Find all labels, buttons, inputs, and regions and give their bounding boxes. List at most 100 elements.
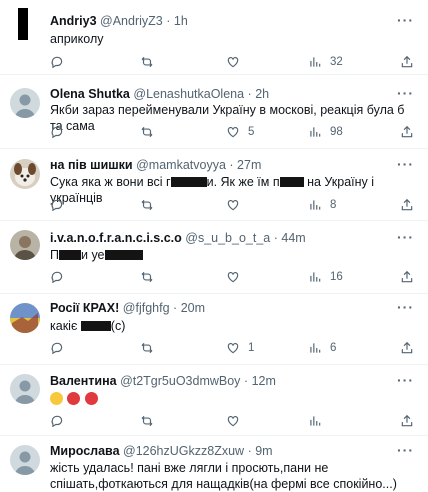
tweet-1[interactable]: Andriy3 @AndriyZ3 · 1h ··· априколу 32: [0, 0, 428, 75]
action-bar: 5 98: [50, 124, 414, 140]
author-name[interactable]: Мирослава: [50, 444, 120, 458]
views-button[interactable]: 16: [308, 269, 343, 285]
retweet-button[interactable]: [140, 340, 154, 356]
retweet-icon: [140, 198, 154, 212]
author-handle[interactable]: @LenashutkaOlena: [133, 87, 244, 101]
author-name[interactable]: Валентина: [50, 374, 117, 388]
author-name[interactable]: на пів шишки: [50, 158, 133, 172]
retweet-button[interactable]: [140, 54, 154, 70]
views-button[interactable]: [308, 413, 322, 429]
angry-face-emoji: [84, 392, 98, 405]
more-options-icon[interactable]: ···: [397, 299, 414, 315]
avatar[interactable]: [10, 445, 40, 475]
like-button[interactable]: [226, 269, 240, 285]
like-button[interactable]: [226, 197, 240, 213]
heart-icon: [226, 270, 240, 284]
separator: ·: [247, 444, 252, 458]
views-icon: [308, 198, 322, 212]
author-handle[interactable]: @s_u_b_o_t_a: [185, 231, 270, 245]
author-handle[interactable]: @AndriyZ3: [100, 14, 163, 28]
avatar[interactable]: [10, 88, 40, 118]
reply-button[interactable]: [50, 124, 64, 140]
heart-icon: [226, 55, 240, 69]
author-name[interactable]: Росії КРАХ!: [50, 301, 119, 315]
action-bar: 1 6: [50, 340, 414, 356]
retweet-icon: [140, 414, 154, 428]
share-button[interactable]: [400, 54, 414, 70]
tweet-text: жість удалась! пані вже лягли і просють,…: [50, 461, 397, 491]
separator: ·: [166, 14, 171, 28]
timestamp[interactable]: 12m: [252, 374, 276, 388]
author-handle[interactable]: @126hzUGkzz8Zxuw: [123, 444, 244, 458]
views-count: 16: [330, 271, 343, 283]
retweet-button[interactable]: [140, 124, 154, 140]
more-options-icon[interactable]: ···: [397, 85, 414, 101]
tweet-2[interactable]: Olena Shutka @LenashutkaOlena · 2h ··· Я…: [0, 75, 428, 149]
tweet-6[interactable]: Валентина @t2Tgr5uO3dmwBoy · 12m ···: [0, 365, 428, 436]
timestamp[interactable]: 27m: [237, 158, 261, 172]
reply-button[interactable]: [50, 269, 64, 285]
more-options-icon[interactable]: ···: [397, 12, 414, 28]
author-name[interactable]: Olena Shutka: [50, 87, 130, 101]
reply-button[interactable]: [50, 340, 64, 356]
like-button[interactable]: 5: [226, 124, 254, 140]
author-handle[interactable]: @mamkatvoyya: [136, 158, 226, 172]
tweet-4[interactable]: i.v.a.n.o.f.r.a.n.c.i.s.c.o @s_u_b_o_t_a…: [0, 221, 428, 294]
timestamp[interactable]: 9m: [255, 444, 272, 458]
like-button[interactable]: 1: [226, 340, 254, 356]
retweet-button[interactable]: [140, 269, 154, 285]
timestamp[interactable]: 20m: [181, 301, 205, 315]
views-button[interactable]: 8: [308, 197, 336, 213]
views-button[interactable]: 98: [308, 124, 343, 140]
reply-button[interactable]: [50, 197, 64, 213]
reply-icon: [50, 125, 64, 139]
astonished-face-emoji: [50, 392, 63, 405]
retweet-icon: [140, 341, 154, 355]
like-button[interactable]: [226, 54, 240, 70]
retweet-button[interactable]: [140, 197, 154, 213]
retweet-icon: [140, 125, 154, 139]
views-count: 6: [330, 342, 337, 354]
views-icon: [308, 341, 322, 355]
redaction-bar: [170, 177, 207, 187]
tweet-5[interactable]: Росії КРАХ! @fjfghfg · 20m ··· какіє (с)…: [0, 294, 428, 365]
views-icon: [308, 414, 322, 428]
avatar[interactable]: [10, 230, 40, 260]
more-options-icon[interactable]: ···: [397, 229, 414, 245]
more-options-icon[interactable]: ···: [397, 372, 414, 388]
timestamp[interactable]: 44m: [281, 231, 305, 245]
avatar-black-square[interactable]: [18, 8, 28, 40]
share-button[interactable]: [400, 269, 414, 285]
more-options-icon[interactable]: ···: [397, 156, 414, 172]
reply-button[interactable]: [50, 54, 64, 70]
views-button[interactable]: 6: [308, 340, 336, 356]
author-name[interactable]: i.v.a.n.o.f.r.a.n.c.i.s.c.o: [50, 231, 182, 245]
tweet-7[interactable]: Мирослава @126hzUGkzz8Zxuw · 9m ··· жіст…: [0, 436, 428, 491]
share-button[interactable]: [400, 413, 414, 429]
action-bar: 8: [50, 197, 414, 213]
heart-icon: [226, 341, 240, 355]
retweet-button[interactable]: [140, 413, 154, 429]
like-button[interactable]: [226, 413, 240, 429]
reply-icon: [50, 55, 64, 69]
reply-button[interactable]: [50, 413, 64, 429]
share-button[interactable]: [400, 124, 414, 140]
views-button[interactable]: 32: [308, 54, 343, 70]
avatar[interactable]: [10, 159, 40, 189]
retweet-icon: [140, 270, 154, 284]
avatar[interactable]: [10, 303, 40, 333]
share-button[interactable]: [400, 340, 414, 356]
reply-icon: [50, 414, 64, 428]
tweet-3[interactable]: на пів шишки @mamkatvoyya · 27m ··· Сука…: [0, 149, 428, 221]
timestamp[interactable]: 2h: [255, 87, 269, 101]
action-bar: 16: [50, 269, 414, 285]
author-handle[interactable]: @fjfghfg: [123, 301, 170, 315]
text-part: и уе: [80, 248, 105, 262]
timestamp[interactable]: 1h: [174, 14, 188, 28]
author-name[interactable]: Andriy3: [50, 14, 97, 28]
like-count: 5: [248, 126, 255, 138]
avatar[interactable]: [10, 374, 40, 404]
author-handle[interactable]: @t2Tgr5uO3dmwBoy: [120, 374, 240, 388]
more-options-icon[interactable]: ···: [397, 442, 414, 458]
share-button[interactable]: [400, 197, 414, 213]
